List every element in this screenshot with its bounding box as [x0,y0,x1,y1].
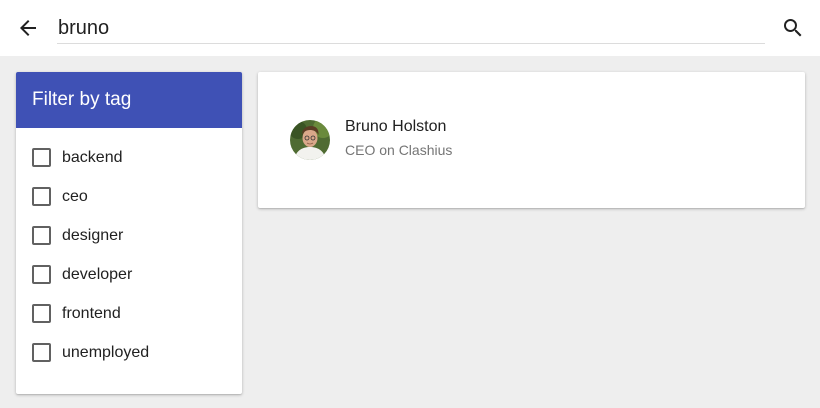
search-icon [784,19,802,37]
tag-label: developer [62,265,133,283]
person-role: CEO on Clashius [345,142,453,158]
tag-item-designer[interactable]: designer [16,216,242,255]
filter-panel: Filter by tag backend ceo designer devel… [16,72,242,394]
tag-label: backend [62,148,123,166]
avatar-photo [290,120,330,160]
person-name: Bruno Holston [345,118,447,135]
search-button[interactable] [780,15,806,41]
tag-label: frontend [62,304,121,322]
search-input[interactable] [57,13,765,44]
tag-item-unemployed[interactable]: unemployed [16,333,242,372]
back-button[interactable] [14,14,42,42]
tag-item-ceo[interactable]: ceo [16,177,242,216]
filter-title: Filter by tag [16,72,242,128]
checkbox[interactable] [32,343,51,362]
checkbox[interactable] [32,187,51,206]
avatar [290,120,330,160]
top-bar [0,0,820,56]
tag-label: ceo [62,187,88,205]
checkbox[interactable] [32,304,51,323]
person-text: Bruno Holston CEO on Clashius [345,117,452,160]
tag-item-frontend[interactable]: frontend [16,294,242,333]
tag-label: designer [62,226,124,244]
checkbox[interactable] [32,226,51,245]
tag-list: backend ceo designer developer frontend … [16,128,242,372]
checkbox[interactable] [32,148,51,167]
result-card: Bruno Holston CEO on Clashius [258,72,805,208]
tag-label: unemployed [62,343,150,361]
person-list-item[interactable]: Bruno Holston CEO on Clashius [290,117,452,160]
arrow-left-icon [20,20,36,36]
checkbox[interactable] [32,265,51,284]
tag-item-backend[interactable]: backend [16,138,242,177]
tag-item-developer[interactable]: developer [16,255,242,294]
